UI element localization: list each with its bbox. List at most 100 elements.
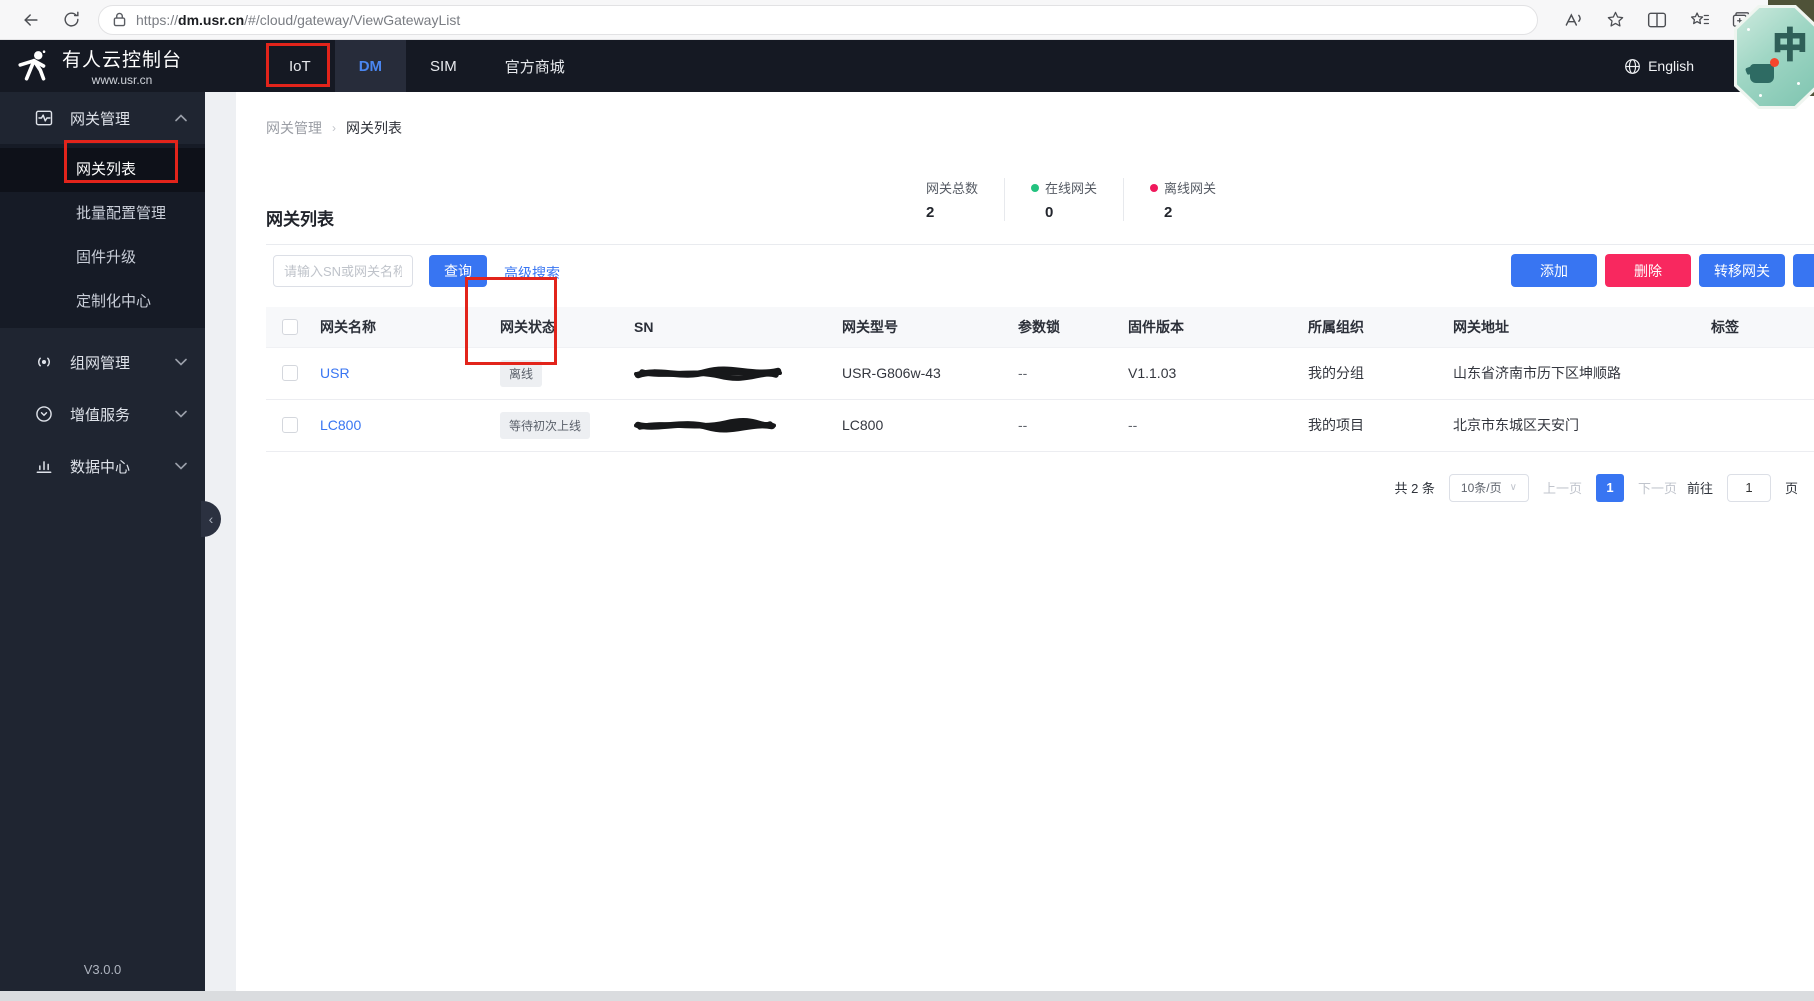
address-cell: 山东省济南市历下区坤顺路 [1449, 346, 1707, 400]
chevron-down-icon [175, 410, 187, 418]
chevron-down-icon [175, 462, 187, 470]
col-gateway-name: 网关名称 [316, 307, 496, 347]
table-row: LC800 等待初次上线 LC800 -- -- 我的项目 北京市东城区天安门 [266, 399, 1814, 452]
next-page-button[interactable]: 下一页 [1638, 478, 1677, 497]
delete-button[interactable]: 删除 [1605, 254, 1691, 287]
sidebar-group-data-center[interactable]: 数据中心 [0, 440, 205, 492]
back-icon[interactable] [14, 5, 48, 35]
online-dot-icon [1031, 183, 1040, 192]
breadcrumb-parent[interactable]: 网关管理 [266, 118, 322, 138]
broadcast-icon [34, 352, 54, 372]
sticker-artwork: 中 [1737, 8, 1814, 106]
prev-page-button[interactable]: 上一页 [1543, 478, 1582, 497]
gateway-icon [34, 108, 54, 128]
organization-cell: 我的分组 [1304, 346, 1449, 400]
advanced-search-link[interactable]: 高级搜索 [504, 263, 560, 283]
tab-official-mall[interactable]: 官方商城 [481, 40, 589, 92]
sidebar-group-gateway-management[interactable]: 网关管理 [0, 92, 205, 144]
total-count: 共 2 条 [1394, 481, 1435, 496]
language-label: English [1648, 58, 1694, 74]
stat-total-label: 网关总数 [926, 181, 979, 196]
stat-online: 在线网关 0 [1004, 178, 1123, 221]
brand[interactable]: 有人云控制台 www.usr.cn [0, 45, 205, 87]
url-scheme: https:// [136, 11, 179, 28]
chevron-down-icon [175, 358, 187, 366]
sidebar-item-gateway-list[interactable]: 网关列表 [0, 148, 205, 192]
gateway-stats: 网关总数 2 在线网关 0 离线网关 2 [926, 178, 1242, 221]
col-firmware-version: 固件版本 [1124, 307, 1304, 347]
tab-sim[interactable]: SIM [406, 40, 481, 92]
screen: https://dm.usr.cn/#/cloud/gateway/ViewGa… [0, 0, 1814, 1001]
add-button[interactable]: 添加 [1511, 254, 1597, 287]
gateway-model-cell: USR-G806w-43 [838, 346, 1014, 400]
select-all-checkbox[interactable] [282, 318, 298, 335]
window-bottom-edge [0, 991, 1814, 1001]
url-path: /#/cloud/gateway/ViewGatewayList [244, 11, 461, 28]
jump-page-input[interactable] [1726, 473, 1771, 502]
divider [266, 244, 1814, 245]
param-lock-cell: -- [1014, 346, 1124, 400]
stat-offline-label: 离线网关 [1164, 181, 1217, 196]
address-cell: 北京市东城区天安门 [1449, 399, 1707, 452]
refresh-icon[interactable] [54, 5, 88, 35]
corner-sticker[interactable]: 中 [1734, 5, 1814, 109]
globe-icon [1624, 58, 1641, 75]
search-input[interactable] [273, 255, 413, 287]
sidebar-item-customization-center[interactable]: 定制化中心 [0, 280, 205, 324]
stat-offline: 离线网关 2 [1123, 178, 1242, 221]
sidebar-group-value-services[interactable]: 增值服务 [0, 388, 205, 440]
page-size-select[interactable]: 10条/页 ∨ [1448, 473, 1529, 502]
sidebar-item-batch-config[interactable]: 批量配置管理 [0, 192, 205, 236]
lock-icon [113, 12, 126, 27]
favorite-star-icon[interactable] [1598, 5, 1632, 35]
row-checkbox[interactable] [282, 417, 298, 433]
stat-total: 网关总数 2 [926, 178, 1004, 221]
page-size-value: 10条/页 [1460, 481, 1502, 495]
status-badge: 离线 [500, 359, 543, 387]
transfer-gateway-button[interactable]: 转移网关 [1699, 254, 1785, 287]
more-button[interactable]: 更多 [1793, 254, 1814, 287]
browser-toolbar: https://dm.usr.cn/#/cloud/gateway/ViewGa… [0, 0, 1814, 40]
tab-dm[interactable]: DM [334, 40, 407, 92]
usr-logo-icon [16, 49, 52, 83]
gateway-name-link[interactable]: USR [320, 365, 350, 381]
app-header: 有人云控制台 www.usr.cn IoT DM SIM 官方商城 Englis… [0, 40, 1814, 92]
sidebar: 网关管理 网关列表 批量配置管理 固件升级 定制化中心 组网管理 增值服务 数据… [0, 92, 205, 991]
breadcrumb: 网关管理 › 网关列表 [266, 118, 1814, 138]
sidebar-item-firmware-upgrade[interactable]: 固件升级 [0, 236, 205, 280]
url-host: dm.usr.cn [178, 11, 245, 28]
stat-offline-value: 2 [1164, 204, 1173, 221]
firmware-cell: V1.1.03 [1124, 346, 1304, 400]
chevron-up-icon [175, 114, 187, 122]
address-bar[interactable]: https://dm.usr.cn/#/cloud/gateway/ViewGa… [98, 4, 1538, 35]
sidebar-group-label: 网关管理 [70, 110, 131, 128]
offline-dot-icon [1150, 183, 1159, 192]
sidebar-group-label: 组网管理 [70, 354, 131, 372]
col-param-lock: 参数锁 [1014, 307, 1124, 347]
brand-subtitle: www.usr.cn [91, 73, 153, 87]
jump-label: 前往 [1686, 481, 1713, 496]
sn-redaction-scribble [634, 418, 776, 433]
chevron-down-icon: ∨ [1509, 482, 1517, 493]
read-aloud-icon[interactable] [1556, 5, 1590, 35]
gateway-name-link[interactable]: LC800 [320, 417, 361, 433]
gateway-table: 网关名称 网关状态 SN 网关型号 参数锁 固件版本 所属组织 网关地址 标签 … [266, 307, 1814, 452]
tag-cell [1707, 399, 1814, 452]
current-page-button[interactable]: 1 [1595, 473, 1624, 502]
row-checkbox[interactable] [282, 365, 298, 381]
brand-title: 有人云控制台 [62, 50, 183, 71]
breadcrumb-separator-icon: › [332, 121, 336, 135]
split-screen-icon[interactable] [1640, 5, 1674, 35]
pagination: 共 2 条 10条/页 ∨ 上一页 1 下一页 前往 页 [266, 473, 1814, 502]
col-tag: 标签 [1707, 307, 1814, 347]
col-gateway-status: 网关状态 [496, 307, 630, 347]
firmware-cell: -- [1124, 399, 1304, 452]
content-gutter [205, 92, 236, 991]
tab-iot[interactable]: IoT [265, 40, 335, 92]
query-button[interactable]: 查询 [429, 255, 487, 287]
favorites-bar-icon[interactable] [1682, 5, 1716, 35]
value-service-icon [34, 404, 54, 424]
sticker-shirt-icon [1750, 64, 1774, 83]
sidebar-group-networking[interactable]: 组网管理 [0, 336, 205, 388]
notification-dot [1770, 58, 1779, 67]
